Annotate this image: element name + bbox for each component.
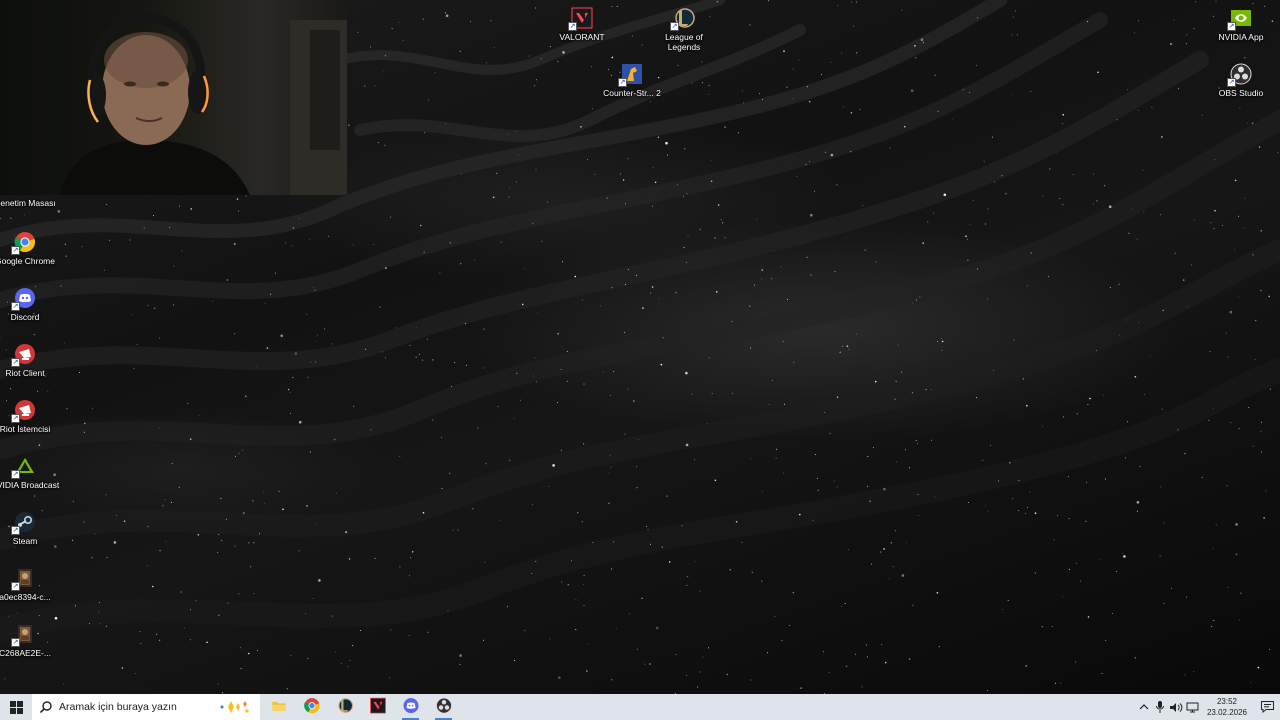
image-file-icon: ↗ bbox=[11, 622, 37, 647]
taskbar-app-league-of-legends[interactable] bbox=[328, 694, 361, 720]
shortcut-arrow-icon: ↗ bbox=[670, 22, 679, 31]
notification-icon bbox=[1260, 701, 1274, 713]
clock-time: 23:52 bbox=[1216, 697, 1238, 706]
desktop-icon-image-file[interactable]: ↗ a0ec8394-c... bbox=[0, 566, 60, 602]
riot-client-icon: ↗ bbox=[11, 398, 37, 423]
desktop-icon-chrome[interactable]: ↗ Google Chrome bbox=[0, 230, 60, 266]
clock-date: 23.02.2026 bbox=[1206, 708, 1248, 717]
desktop-icon-label: NVIDIA Broadcast bbox=[0, 480, 60, 490]
desktop-icon-riot-client[interactable]: ↗ Riot İstemcisi bbox=[0, 398, 60, 434]
riot-client-icon: ↗ bbox=[11, 342, 37, 367]
obs-icon: ↗ bbox=[1227, 62, 1253, 87]
shortcut-arrow-icon: ↗ bbox=[568, 22, 577, 31]
taskbar-clock[interactable]: 23:52 23.02.2026 bbox=[1200, 696, 1254, 718]
taskbar-app-folder[interactable] bbox=[262, 694, 295, 720]
desktop-icon-label: Steam bbox=[12, 536, 38, 546]
desktop-icon-label: a0ec8394-c... bbox=[0, 592, 51, 602]
shortcut-arrow-icon: ↗ bbox=[618, 78, 627, 87]
nvidia-app-icon: ↗ bbox=[1227, 6, 1253, 31]
show-hidden-icons-chevron-up-icon[interactable] bbox=[1136, 694, 1152, 720]
webcam-overlay bbox=[0, 0, 347, 195]
valorant-icon: ↗ bbox=[568, 6, 594, 31]
desktop-icon-steam[interactable]: ↗ Steam bbox=[0, 510, 60, 546]
desktop-icon-label: C268AE2E-... bbox=[0, 648, 51, 658]
desktop-icon-counter-strike[interactable]: ↗ Counter-Str... 2 bbox=[597, 62, 667, 98]
desktop-icon-nvidia-broadcast[interactable]: ↗NVIDIA Broadcast bbox=[0, 454, 60, 490]
taskbar-app-discord[interactable] bbox=[394, 694, 427, 720]
search-highlight-icon[interactable] bbox=[216, 698, 252, 716]
windows-logo-icon bbox=[9, 700, 23, 714]
taskbar-app-chrome[interactable] bbox=[295, 694, 328, 720]
desktop-icon-label: Riot İstemcisi bbox=[0, 424, 51, 434]
chrome-icon bbox=[303, 697, 320, 717]
desktop-icon-riot-client[interactable]: ↗ Riot Client bbox=[0, 342, 60, 378]
desktop-icon-control-panel[interactable]: Denetim Masası bbox=[0, 172, 60, 208]
desktop-icon-nvidia-app[interactable]: ↗ NVIDIA App bbox=[1206, 6, 1276, 42]
taskbar: Aramak için buraya yazın 23:52 23.02.202… bbox=[0, 694, 1280, 720]
shortcut-arrow-icon: ↗ bbox=[1227, 78, 1236, 87]
start-button[interactable] bbox=[0, 694, 32, 720]
chrome-icon: ↗ bbox=[11, 230, 37, 255]
shortcut-arrow-icon: ↗ bbox=[11, 358, 20, 367]
desktop-icon-league-of-legends[interactable]: ↗ League of Legends bbox=[649, 6, 719, 52]
desktop-icon-valorant[interactable]: ↗ VALORANT bbox=[547, 6, 617, 42]
image-file-icon: ↗ bbox=[11, 566, 37, 591]
discord-icon: ↗ bbox=[11, 286, 37, 311]
desktop-icon-label: Denetim Masası bbox=[0, 198, 56, 208]
desktop-icon-label: Discord bbox=[10, 312, 40, 322]
webcam-person bbox=[60, 13, 347, 195]
system-tray: 23:52 23.02.2026 bbox=[1136, 694, 1280, 720]
taskbar-app-obs[interactable] bbox=[427, 694, 460, 720]
search-icon bbox=[40, 701, 52, 713]
volume-icon[interactable] bbox=[1168, 694, 1184, 720]
valorant-icon bbox=[369, 697, 386, 717]
counter-strike-icon: ↗ bbox=[618, 62, 644, 87]
network-icon[interactable] bbox=[1184, 694, 1200, 720]
nvidia-broadcast-icon: ↗ bbox=[11, 454, 37, 479]
desktop-icon-label: NVIDIA App bbox=[1218, 32, 1264, 42]
shortcut-arrow-icon: ↗ bbox=[11, 302, 20, 311]
desktop-icon-label: League of Legends bbox=[665, 32, 703, 52]
shortcut-arrow-icon: ↗ bbox=[1227, 22, 1236, 31]
shortcut-arrow-icon: ↗ bbox=[11, 526, 20, 535]
desktop-icon-label: OBS Studio bbox=[1218, 88, 1264, 98]
league-of-legends-icon: ↗ bbox=[670, 6, 696, 31]
desktop-icon-discord[interactable]: ↗ Discord bbox=[0, 286, 60, 322]
notification-center-button[interactable] bbox=[1254, 694, 1280, 720]
discord-icon bbox=[402, 697, 419, 717]
search-placeholder: Aramak için buraya yazın bbox=[59, 701, 177, 713]
desktop-icon-label: Counter-Str... 2 bbox=[603, 88, 661, 98]
folder-icon bbox=[271, 700, 286, 714]
desktop-icon-obs[interactable]: ↗ OBS Studio bbox=[1206, 62, 1276, 98]
shortcut-arrow-icon: ↗ bbox=[11, 582, 20, 591]
microphone-icon[interactable] bbox=[1152, 694, 1168, 720]
shortcut-arrow-icon: ↗ bbox=[11, 470, 20, 479]
desktop-icon-label: VALORANT bbox=[559, 32, 605, 42]
desktop-icon-label: Riot Client bbox=[5, 368, 45, 378]
taskbar-search-box[interactable]: Aramak için buraya yazın bbox=[32, 694, 260, 720]
shortcut-arrow-icon: ↗ bbox=[11, 638, 20, 647]
shortcut-arrow-icon: ↗ bbox=[11, 414, 20, 423]
shortcut-arrow-icon: ↗ bbox=[11, 246, 20, 255]
desktop-icon-image-file[interactable]: ↗ C268AE2E-... bbox=[0, 622, 60, 658]
league-of-legends-icon bbox=[336, 697, 353, 717]
desktop-icon-label: Google Chrome bbox=[0, 256, 55, 266]
steam-icon: ↗ bbox=[11, 510, 37, 535]
taskbar-app-valorant[interactable] bbox=[361, 694, 394, 720]
obs-icon bbox=[435, 697, 452, 717]
